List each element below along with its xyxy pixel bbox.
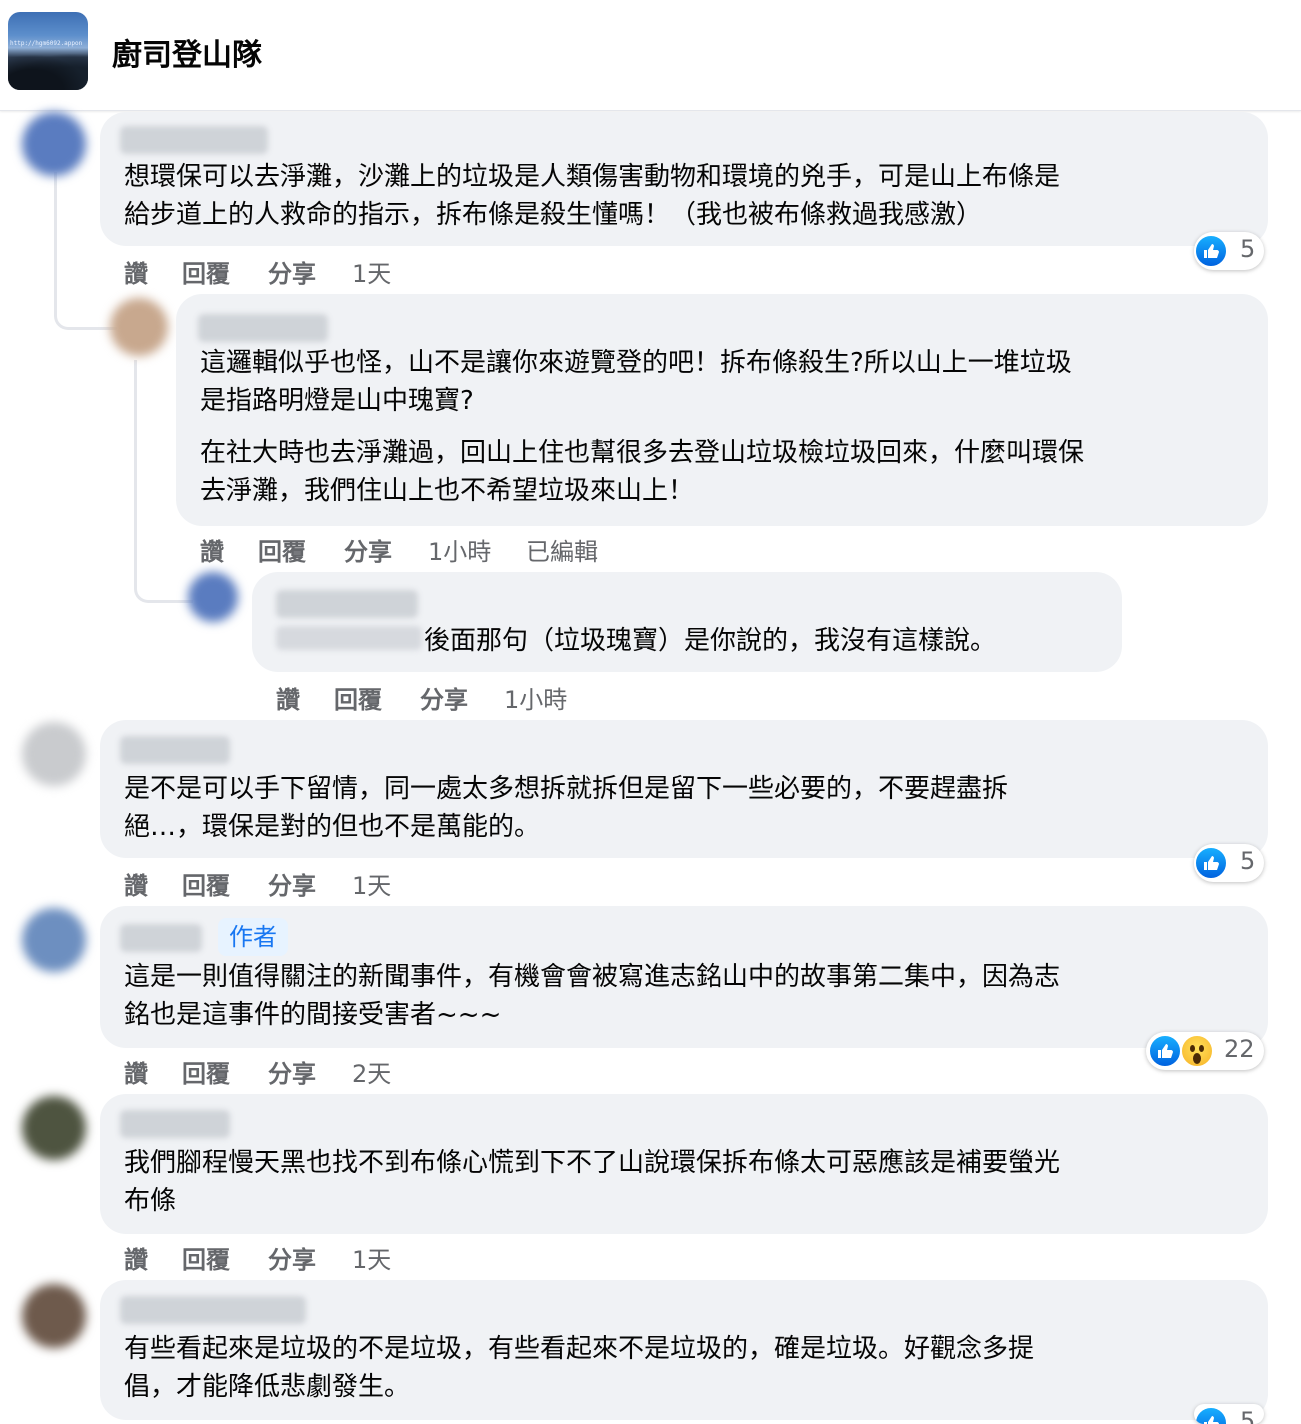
comment-bubble: 作者 這是一則值得關注的新聞事件，有機會會被寫進志銘山中的故事第二集中，因為志 … <box>100 906 1268 1048</box>
comment-text-line: 倡，才能降低悲劇發生。 <box>124 1372 411 1402</box>
wow-icon <box>1180 1034 1214 1068</box>
like-icon <box>1148 1034 1182 1068</box>
reply-button[interactable]: 回覆 <box>334 680 382 715</box>
commenter-name-blurred[interactable] <box>276 590 418 618</box>
comment-text-line: 銘也是這事件的間接受害者~~~ <box>124 1000 502 1030</box>
avatar[interactable] <box>22 1284 86 1348</box>
avatar[interactable] <box>110 298 168 356</box>
comment-text-line: 我們腳程慢天黑也找不到布條心慌到下不了山說環保拆布條太可惡應該是補要螢光 <box>124 1148 1061 1178</box>
commenter-name-blurred[interactable] <box>120 1110 230 1138</box>
timestamp[interactable]: 1天 <box>352 1240 391 1275</box>
like-icon <box>1194 234 1228 268</box>
share-button[interactable]: 分享 <box>268 866 316 901</box>
avatar[interactable] <box>22 112 86 176</box>
reaction-count: 5 <box>1240 1407 1256 1424</box>
comment-bubble: 這邏輯似乎也怪，山不是讓你來遊覽登的吧！拆布條殺生?所以山上一堆垃圾 是指路明燈… <box>176 294 1268 526</box>
like-button[interactable]: 讚 <box>124 254 148 289</box>
comment-text-line: 想環保可以去淨灘，沙灘上的垃圾是人類傷害動物和環境的兇手，可是山上布條是 <box>124 162 1061 192</box>
comment-text-line: 後面那句（垃圾瑰寶）是你說的，我沒有這樣說。 <box>424 626 997 656</box>
timestamp[interactable]: 1小時 <box>428 532 491 567</box>
reaction-count: 5 <box>1240 235 1256 263</box>
comment-text-line: 有些看起來是垃圾的不是垃圾，有些看起來不是垃圾的，確是垃圾。好觀念多提 <box>124 1334 1035 1364</box>
like-button[interactable]: 讚 <box>200 532 224 567</box>
commenter-name-blurred[interactable] <box>120 1296 306 1324</box>
reaction-summary[interactable]: 5 <box>1194 232 1264 270</box>
avatar[interactable] <box>22 908 86 972</box>
mentioned-name-blurred[interactable] <box>276 626 422 650</box>
comment-text-line: 是指路明燈是山中瑰寶? <box>200 386 474 416</box>
comment-bubble: 是不是可以手下留情，同一處太多想拆就拆但是留下一些必要的，不要趕盡拆 絕…，環保… <box>100 720 1268 858</box>
reaction-summary[interactable]: 22 <box>1146 1032 1264 1070</box>
like-icon <box>1194 846 1228 880</box>
commenter-name-blurred[interactable] <box>120 126 268 154</box>
reply-button[interactable]: 回覆 <box>182 254 230 289</box>
like-icon <box>1194 1406 1228 1424</box>
reply-button[interactable]: 回覆 <box>182 1054 230 1089</box>
timestamp[interactable]: 2天 <box>352 1054 391 1089</box>
like-button[interactable]: 讚 <box>124 866 148 901</box>
like-button[interactable]: 讚 <box>124 1240 148 1275</box>
author-badge: 作者 <box>218 918 288 956</box>
share-button[interactable]: 分享 <box>344 532 392 567</box>
share-button[interactable]: 分享 <box>268 1240 316 1275</box>
avatar[interactable] <box>22 1096 86 1160</box>
comment-bubble: 有些看起來是垃圾的不是垃圾，有些看起來不是垃圾的，確是垃圾。好觀念多提 倡，才能… <box>100 1280 1268 1420</box>
timestamp[interactable]: 1小時 <box>504 680 567 715</box>
mountain-ridge <box>8 54 88 90</box>
edited-label[interactable]: 已編輯 <box>526 532 598 567</box>
commenter-name-blurred[interactable] <box>120 924 202 952</box>
page-avatar[interactable]: http://hgm6092.appon <box>8 12 88 90</box>
reaction-summary[interactable]: 5 <box>1194 1404 1264 1424</box>
page-header: http://hgm6092.appon 廚司登山隊 <box>0 0 1301 111</box>
comment-bubble: 我們腳程慢天黑也找不到布條心慌到下不了山說環保拆布條太可惡應該是補要螢光 布條 <box>100 1094 1268 1234</box>
share-button[interactable]: 分享 <box>268 1054 316 1089</box>
comment-text-line: 布條 <box>124 1186 177 1216</box>
reply-button[interactable]: 回覆 <box>182 866 230 901</box>
comment-text-line: 在社大時也去淨灘過，回山上住也幫很多去登山垃圾檢垃圾回來，什麼叫環保 <box>200 438 1085 468</box>
comment-text-line: 絕…，環保是對的但也不是萬能的。 <box>124 812 541 842</box>
reaction-count: 22 <box>1224 1035 1255 1063</box>
reply-button[interactable]: 回覆 <box>182 1240 230 1275</box>
avatar[interactable] <box>22 722 86 786</box>
comment-text-line: 這是一則值得關注的新聞事件，有機會會被寫進志銘山中的故事第二集中，因為志 <box>124 962 1061 992</box>
like-button[interactable]: 讚 <box>124 1054 148 1089</box>
reply-button[interactable]: 回覆 <box>258 532 306 567</box>
timestamp[interactable]: 1天 <box>352 866 391 901</box>
comment-text-line: 這邏輯似乎也怪，山不是讓你來遊覽登的吧！拆布條殺生?所以山上一堆垃圾 <box>200 348 1072 378</box>
like-button[interactable]: 讚 <box>276 680 300 715</box>
comment-bubble: 想環保可以去淨灘，沙灘上的垃圾是人類傷害動物和環境的兇手，可是山上布條是 給步道… <box>100 112 1268 246</box>
reaction-count: 5 <box>1240 847 1256 875</box>
avatar-caption: http://hgm6092.appon <box>10 40 83 47</box>
commenter-name-blurred[interactable] <box>198 314 328 342</box>
share-button[interactable]: 分享 <box>268 254 316 289</box>
timestamp[interactable]: 1天 <box>352 254 391 289</box>
reaction-summary[interactable]: 5 <box>1194 844 1264 882</box>
avatar[interactable] <box>188 572 238 622</box>
page-title[interactable]: 廚司登山隊 <box>112 30 262 74</box>
comment-text-line: 給步道上的人救命的指示，拆布條是殺生懂嗎！（我也被布條救過我感激） <box>124 200 983 230</box>
commenter-name-blurred[interactable] <box>120 736 230 764</box>
comment-bubble: 後面那句（垃圾瑰寶）是你說的，我沒有這樣說。 <box>252 572 1122 672</box>
comment-text-line: 去淨灘，我們住山上也不希望垃圾來山上！ <box>200 476 695 506</box>
comment-text-line: 是不是可以手下留情，同一處太多想拆就拆但是留下一些必要的，不要趕盡拆 <box>124 774 1009 804</box>
share-button[interactable]: 分享 <box>420 680 468 715</box>
